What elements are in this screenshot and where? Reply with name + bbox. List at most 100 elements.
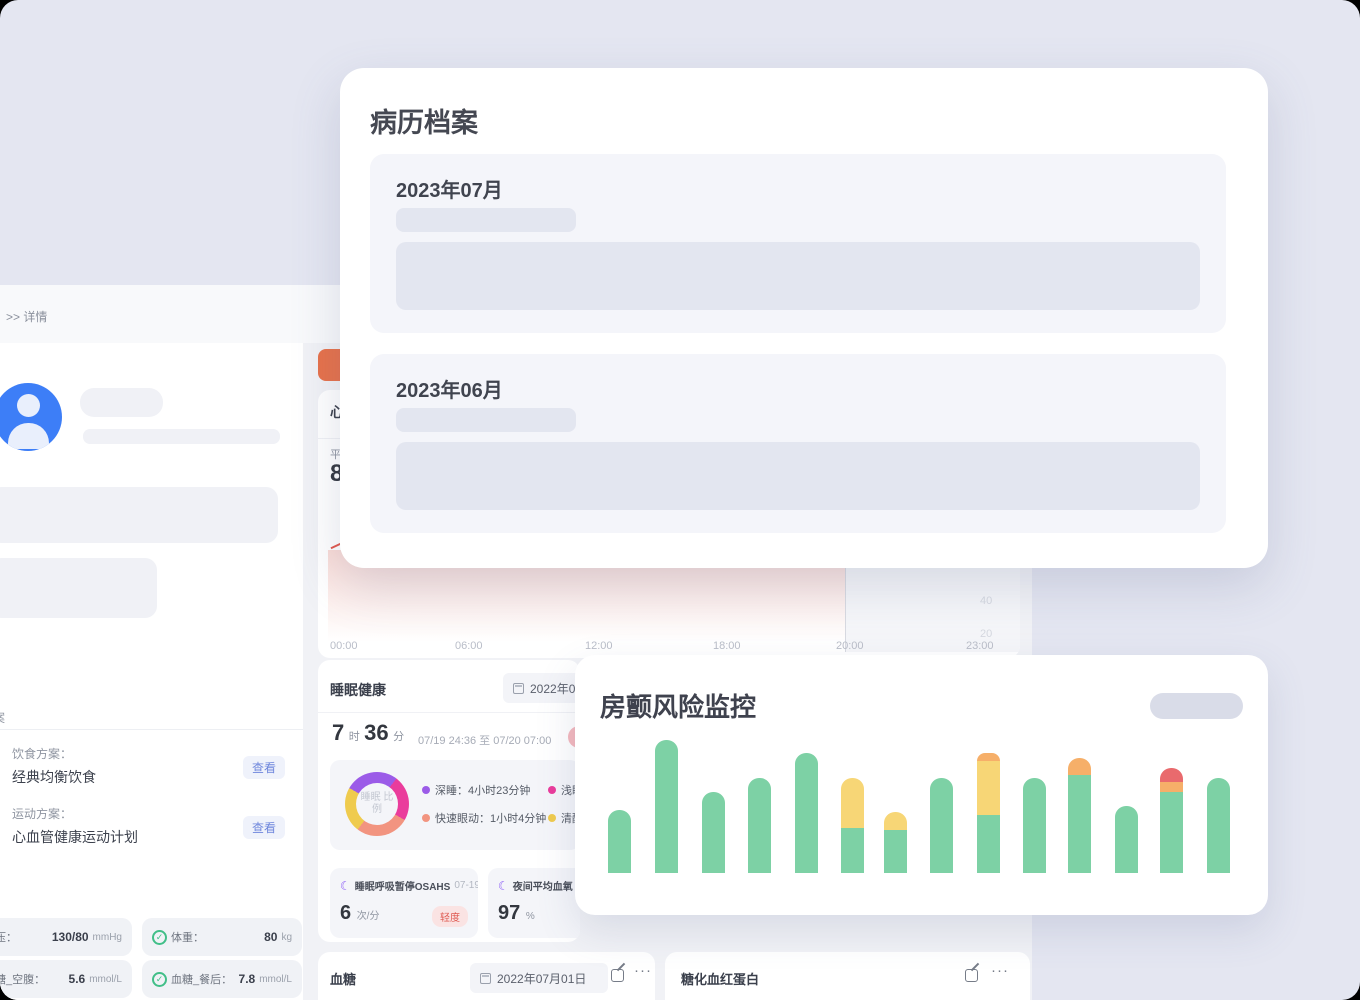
skeleton-pill: [396, 208, 576, 232]
skeleton-subtitle: [83, 429, 280, 444]
risk-bar[interactable]: [1115, 655, 1138, 873]
spo2-title: 夜间平均血氧: [513, 878, 573, 893]
spo2-tile[interactable]: ☾ 夜间平均血氧 97 %: [488, 868, 580, 938]
more-icon[interactable]: ···: [991, 962, 1009, 979]
blood-pressure-value: 130/80: [52, 930, 89, 944]
risk-bar[interactable]: [841, 655, 864, 873]
x-axis-tick: 00:00: [330, 640, 358, 652]
sleep-minutes: 36: [364, 720, 388, 745]
risk-bar-segment-yellow: [977, 761, 1000, 815]
risk-bar-segment-yellow: [841, 778, 864, 828]
x-axis-tick: 20:00: [836, 640, 864, 652]
risk-bar[interactable]: [795, 655, 818, 873]
risk-bar[interactable]: [655, 655, 678, 873]
risk-bar[interactable]: [1207, 655, 1230, 873]
osahs-unit: 次/分: [357, 911, 380, 922]
risk-bar[interactable]: [702, 655, 725, 873]
spo2-unit: %: [526, 911, 535, 922]
skeleton-block: [396, 442, 1200, 510]
blood-pressure-unit: mmHg: [93, 932, 122, 943]
moon-icon: ☾: [340, 879, 351, 893]
risk-bar[interactable]: [977, 655, 1000, 873]
blood-pressure-tile[interactable]: 血压： 130/80 mmHg: [0, 918, 132, 956]
exercise-view-button[interactable]: 查看: [243, 816, 285, 839]
x-axis-tick: 06:00: [455, 640, 483, 652]
sleep-health-card: 睡眠健康 2022年07月 7 时 36 分 07/19 24:36 至 07/…: [318, 660, 580, 942]
glucose-postmeal-tile[interactable]: ✓ 血糖_餐后： 7.8 mmol/L: [142, 960, 302, 998]
target-icon: ✓: [152, 972, 167, 987]
app-screen: >> 详情 案 饮食方案： 经典均衡饮食 查看 运动方案： 心血管健康运动计划 …: [0, 0, 1360, 1000]
medical-records-modal: 病历档案 2023年07月 2023年06月: [340, 68, 1268, 568]
more-icon[interactable]: ···: [634, 962, 652, 979]
diet-view-button[interactable]: 查看: [243, 756, 285, 779]
risk-bar-segment-green: [702, 792, 725, 873]
risk-bar[interactable]: [1160, 655, 1183, 873]
glucose-title: 血糖: [330, 969, 356, 988]
record-section[interactable]: 2023年07月: [370, 154, 1226, 333]
risk-bar-segment-green: [977, 815, 1000, 873]
target-icon: ✓: [152, 930, 167, 945]
severity-badge: 轻度: [432, 906, 468, 927]
risk-bar-segment-green: [1023, 778, 1046, 873]
risk-bar-segment-green: [795, 753, 818, 873]
weight-tile[interactable]: ✓ 体重： 80 kg: [142, 918, 302, 956]
osahs-tile[interactable]: ☾ 睡眠呼吸暂停OSAHS 07-19 6 次/分 轻度: [330, 868, 478, 938]
sleep-donut-chart[interactable]: 睡眠 比例: [345, 772, 409, 836]
risk-bar-segment-green: [655, 740, 678, 873]
x-axis-tick: 18:00: [713, 640, 741, 652]
calendar-icon: [513, 683, 524, 694]
risk-bar[interactable]: [1023, 655, 1046, 873]
risk-bar[interactable]: [608, 655, 631, 873]
risk-bar-segment-green: [1068, 775, 1091, 873]
risk-bar-segment-green: [1207, 778, 1230, 873]
glucose-postmeal-value: 7.8: [239, 972, 256, 986]
afib-bar-chart: [575, 655, 1268, 915]
x-axis-tick: 23:00: [966, 640, 994, 652]
edit-icon[interactable]: [611, 969, 624, 982]
hba1c-title: 糖化血红蛋白: [681, 969, 759, 988]
sleep-time-range: 07/19 24:36 至 07/20 07:00: [418, 732, 551, 748]
glucose-postmeal-unit: mmol/L: [259, 974, 292, 985]
donut-center-label: 睡眠 比例: [356, 783, 398, 825]
osahs-title: 睡眠呼吸暂停OSAHS: [355, 878, 451, 893]
record-section[interactable]: 2023年06月: [370, 354, 1226, 533]
glucose-date-value: 2022年07月01日: [497, 970, 586, 987]
y-axis-tick: 20: [980, 628, 992, 640]
glucose-date-picker[interactable]: 2022年07月01日: [470, 963, 608, 993]
clipped-label: 案: [0, 709, 5, 726]
risk-bar-segment-green: [748, 778, 771, 873]
risk-bar[interactable]: [884, 655, 907, 873]
record-month: 2023年06月: [396, 374, 503, 403]
sleep-date-value: 2022年07月: [530, 680, 580, 697]
edit-icon[interactable]: [965, 969, 978, 982]
glucose-fasting-tile[interactable]: 血糖_空腹： 5.6 mmol/L: [0, 960, 132, 998]
user-avatar-icon[interactable]: [0, 383, 62, 451]
risk-bar-segment-green: [841, 828, 864, 873]
divider: [0, 729, 303, 730]
risk-bar-segment-green: [1160, 792, 1183, 873]
blood-glucose-card: 血糖 2022年07月01日 ···: [318, 952, 655, 1000]
legend-dot: [548, 814, 556, 822]
modal-title: 病历档案: [370, 101, 478, 140]
risk-bar[interactable]: [1068, 655, 1091, 873]
risk-bar-segment-orange: [1160, 782, 1183, 792]
risk-bar[interactable]: [930, 655, 953, 873]
x-axis-tick: 12:00: [585, 640, 613, 652]
breadcrumb[interactable]: >> 详情: [6, 308, 47, 325]
glucose-fasting-unit: mmol/L: [89, 974, 122, 985]
risk-bar-segment-green: [930, 778, 953, 873]
hba1c-card: 糖化血红蛋白 ···: [665, 952, 1030, 1000]
legend-dot: [422, 786, 430, 794]
skeleton-block-1: [0, 487, 278, 543]
divider: [318, 712, 580, 713]
calendar-icon: [480, 973, 491, 984]
legend-dot: [422, 814, 430, 822]
record-month: 2023年07月: [396, 174, 503, 203]
blood-pressure-label: 血压：: [0, 929, 17, 945]
skeleton-block: [396, 242, 1200, 310]
sleep-date-picker[interactable]: 2022年07月: [503, 673, 580, 703]
risk-bar[interactable]: [748, 655, 771, 873]
patient-panel: 案 饮食方案： 经典均衡饮食 查看 运动方案： 心血管健康运动计划 查看 血压：…: [0, 343, 303, 1000]
osahs-value: 6: [340, 902, 351, 924]
diet-plan-label: 饮食方案：: [12, 745, 72, 762]
